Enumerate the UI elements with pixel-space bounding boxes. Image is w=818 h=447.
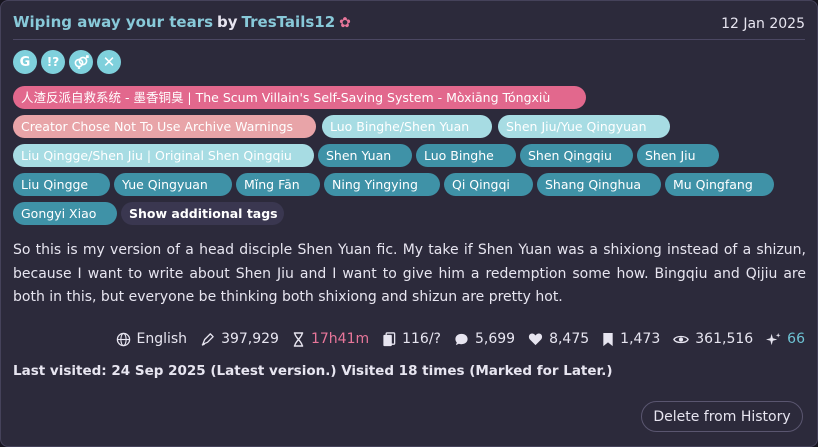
- category-multi-icon[interactable]: [69, 50, 93, 74]
- relationship-tag[interactable]: Shen Jiu/Yue Qingyuan: [498, 115, 670, 138]
- work-summary: So this is my version of a head disciple…: [13, 242, 806, 305]
- title-line: Wiping away your tears by TresTails12 ✿: [13, 13, 351, 31]
- chapters-value: 116/?: [402, 331, 441, 347]
- hits-value: 361,516: [695, 331, 754, 347]
- bookmarks-value: 1,473: [620, 331, 661, 347]
- score-stat: 66: [766, 331, 805, 347]
- character-tag[interactable]: Liu Qingge: [13, 173, 110, 196]
- character-tag[interactable]: Mu Qingfang: [665, 173, 774, 196]
- warning-tag[interactable]: Creator Chose Not To Use Archive Warning…: [13, 115, 316, 138]
- flower-icon: ✿: [339, 15, 351, 31]
- reading-time-stat: 17h41m: [292, 331, 369, 347]
- author-link[interactable]: TresTails12: [242, 13, 336, 31]
- work-stats: English 397,929 17h41m 116/? 5,699 8,475…: [116, 328, 805, 350]
- comment-icon: [455, 333, 468, 345]
- delete-from-history-button[interactable]: Delete from History: [641, 401, 803, 432]
- language-value: English: [136, 331, 188, 347]
- character-tag[interactable]: Mǐng Fān: [236, 173, 320, 196]
- globe-icon: [116, 332, 130, 346]
- show-additional-tags-button[interactable]: Show additional tags: [121, 202, 284, 225]
- published-date: 12 Jan 2025: [721, 16, 805, 32]
- character-tag[interactable]: Shen Jiu: [637, 144, 719, 167]
- header-divider: [13, 39, 805, 40]
- language-stat: English: [116, 331, 188, 347]
- reading-time-value: 17h41m: [310, 331, 370, 347]
- pages-icon: [383, 331, 396, 346]
- words-stat: 397,929: [200, 331, 279, 347]
- words-value: 397,929: [221, 331, 279, 347]
- bookmarks-stat: 1,473: [602, 331, 660, 347]
- chapters-stat: 116/?: [382, 331, 441, 347]
- pen-icon: [201, 332, 214, 346]
- kudos-stat: 8,475: [528, 331, 589, 347]
- sparkle-icon: [766, 332, 781, 345]
- required-tags-icons: G !? ✕: [13, 50, 121, 74]
- bookmark-icon: [603, 332, 613, 346]
- comments-value: 5,699: [474, 331, 516, 347]
- comments-stat: 5,699: [454, 331, 515, 347]
- work-title-link[interactable]: Wiping away your tears: [13, 13, 213, 31]
- incomplete-icon[interactable]: ✕: [97, 50, 121, 74]
- by-label: by: [217, 13, 238, 31]
- character-tag[interactable]: Gongyi Xiao: [13, 202, 117, 225]
- warning-choose-not-icon[interactable]: !?: [41, 50, 65, 74]
- character-tag[interactable]: Shen Qingqiu: [520, 144, 633, 167]
- character-tag[interactable]: Qi Qingqi: [444, 173, 533, 196]
- character-tag[interactable]: Yue Qingyuan: [114, 173, 232, 196]
- fandom-tag[interactable]: 人渣反派自救系统 - 墨香铜臭 | The Scum Villain's Sel…: [13, 86, 586, 109]
- character-tag[interactable]: Shang Qinghua: [537, 173, 661, 196]
- eye-icon: [673, 335, 690, 343]
- relationship-tag[interactable]: Luo Binghe/Shen Yuan: [322, 115, 492, 138]
- kudos-value: 8,475: [549, 331, 590, 347]
- character-tag[interactable]: Luo Binghe: [416, 144, 516, 167]
- last-visited-info: Last visited: 24 Sep 2025 (Latest versio…: [13, 363, 613, 379]
- work-card: Wiping away your tears by TresTails12 ✿ 12 …: [0, 0, 818, 447]
- character-tag[interactable]: Ning Yingying: [324, 173, 440, 196]
- score-value: 66: [787, 331, 805, 347]
- relationship-tag[interactable]: Liu Qingge/Shen Jiu | Original Shen Qing…: [13, 144, 314, 167]
- heart-icon: [528, 333, 543, 346]
- work-header: Wiping away your tears by TresTails12 ✿ 12 …: [13, 11, 805, 37]
- character-tag[interactable]: Shen Yuan: [318, 144, 412, 167]
- hits-stat: 361,516: [673, 331, 753, 347]
- hourglass-icon: [293, 331, 304, 347]
- rating-general-icon[interactable]: G: [13, 50, 37, 74]
